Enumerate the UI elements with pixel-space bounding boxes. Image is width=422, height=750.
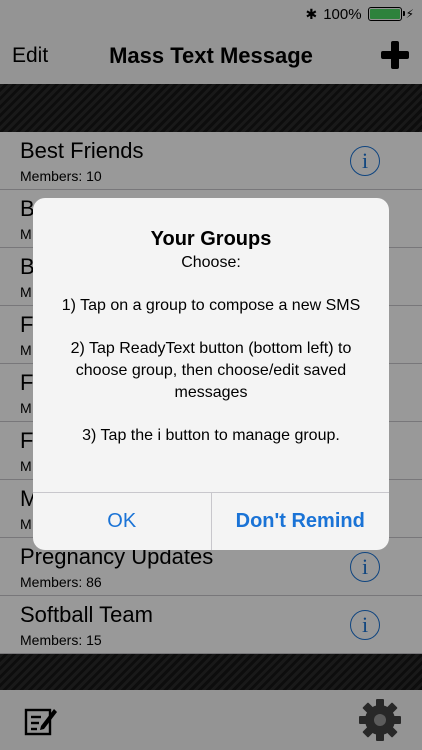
alert-subtitle: Choose: [181, 254, 241, 271]
alert-title: Your Groups [150, 228, 272, 250]
alert-body: Your Groups Choose: 1) Tap on a group to… [33, 198, 389, 492]
alert-actions: OK Don't Remind [33, 492, 389, 550]
ok-button[interactable]: OK [33, 493, 211, 550]
alert-step-2: 2) Tap ReadyText button (bottom left) to… [70, 340, 352, 401]
dont-remind-button[interactable]: Don't Remind [210, 493, 390, 550]
alert-step-1: 1) Tap on a group to compose a new SMS [61, 297, 361, 314]
alert-dialog: Your Groups Choose: 1) Tap on a group to… [33, 198, 389, 550]
alert-step-3: 3) Tap the i button to manage group. [82, 427, 340, 444]
